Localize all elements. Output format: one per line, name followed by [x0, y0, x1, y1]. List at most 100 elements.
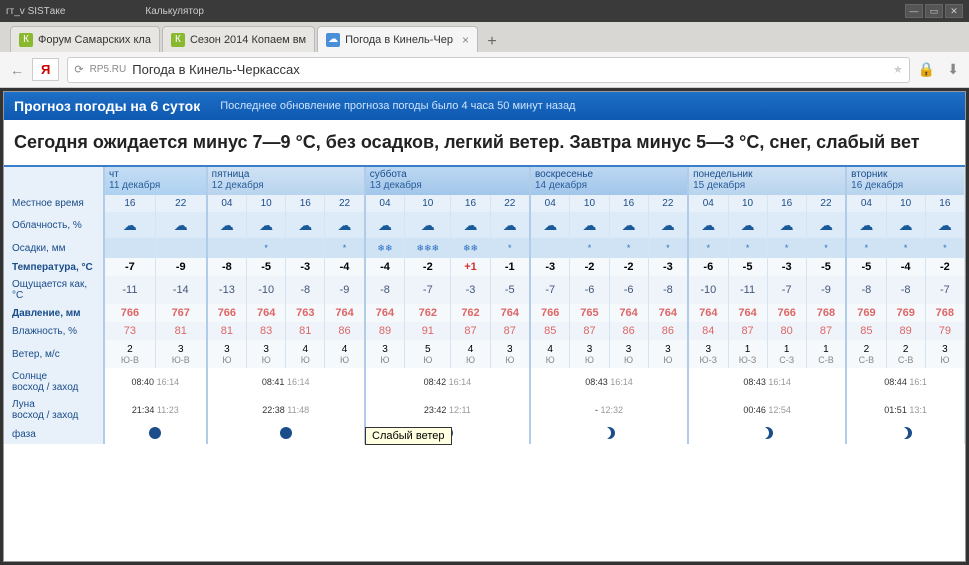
table-cell — [688, 424, 846, 444]
page-content: Прогноз погоды на 6 суток Последнее обно… — [3, 91, 966, 562]
table-feels-row: Ощущается как, °C -11-14-13-10-8-9-8-7-3… — [4, 276, 965, 304]
taskbar-item-2[interactable]: Калькулятор — [145, 6, 204, 17]
table-cell: 16 — [104, 195, 155, 212]
cloud-icon: ☁ — [220, 217, 234, 233]
table-cell: ☁ — [530, 212, 570, 238]
table-cell: -6 — [688, 258, 728, 276]
table-cell: 22:38 11:48 — [207, 396, 365, 424]
browser-tab[interactable]: КСезон 2014 Копаем вм — [162, 26, 315, 52]
table-cell: 04 — [207, 195, 247, 212]
table-cell: -1 — [490, 258, 530, 276]
maximize-button[interactable]: ▭ — [925, 4, 943, 18]
taskbar-item-1[interactable]: гт_v SISTаке — [6, 6, 65, 17]
table-cell: -8 — [846, 276, 886, 304]
table-cell: 22 — [325, 195, 365, 212]
table-cell: 10 — [405, 195, 451, 212]
cloud-icon: ☁ — [543, 217, 557, 233]
reload-icon[interactable]: ⟳ — [74, 63, 83, 76]
table-cell: 16 — [609, 195, 648, 212]
table-cell: ☁ — [247, 212, 286, 238]
cloud-icon: ☁ — [298, 217, 312, 233]
table-cell: -7 — [405, 276, 451, 304]
table-cell: -4 — [886, 258, 925, 276]
browser-tab[interactable]: ☁Погода в Кинель-Чер× — [317, 26, 478, 52]
table-cell: ☁ — [570, 212, 609, 238]
table-cell: -7 — [925, 276, 964, 304]
url-title: Погода в Кинель-Черкассах — [132, 62, 887, 77]
table-cell: ☁ — [451, 212, 490, 238]
tab-favicon: К — [171, 33, 185, 47]
table-cell: 764 — [490, 304, 530, 322]
moon-phase-icon — [149, 427, 161, 439]
table-cell: 04 — [846, 195, 886, 212]
table-cell: ☁ — [728, 212, 767, 238]
table-clouds-row: Облачность, % ☁☁☁☁☁☁☁☁☁☁☁☁☁☁☁☁☁☁☁☁☁ — [4, 212, 965, 238]
table-cell — [155, 238, 206, 258]
table-cell: ☁ — [846, 212, 886, 238]
table-cell: 768 — [925, 304, 964, 322]
cloud-icon: ☁ — [622, 217, 636, 233]
cloud-icon: ☁ — [899, 217, 913, 233]
table-cell: -7 — [767, 276, 806, 304]
minimize-button[interactable]: — — [905, 4, 923, 18]
yandex-button[interactable]: Я — [32, 58, 59, 81]
table-temp-row: Температура, °C -7-9-8-5-3-4-4-2+1-1-3-2… — [4, 258, 965, 276]
table-cell: -10 — [688, 276, 728, 304]
table-cell: 766 — [104, 304, 155, 322]
day-header: пятница12 декабря — [207, 167, 365, 195]
table-cell: 764 — [609, 304, 648, 322]
table-cell: 4Ю — [451, 340, 490, 368]
table-cell: 79 — [925, 322, 964, 340]
table-moon-row: Луна восход / заход 21:34 11:2322:38 11:… — [4, 396, 965, 424]
url-input[interactable]: ⟳ RP5.RU Погода в Кинель-Черкассах ★ — [67, 57, 909, 83]
table-cell: ❄❄ — [451, 238, 490, 258]
wind-tooltip: Слабый ветер — [365, 427, 452, 445]
back-button[interactable]: ← — [10, 62, 24, 78]
table-cell: 87 — [728, 322, 767, 340]
tab-title: Форум Самарских кла — [38, 34, 151, 46]
table-cell: 87 — [490, 322, 530, 340]
table-cell: 00:46 12:54 — [688, 396, 846, 424]
label-humid: Влажность, % — [4, 322, 104, 340]
day-header: вторник16 декабря — [846, 167, 964, 195]
table-cell: ☁ — [104, 212, 155, 238]
bookmark-icon[interactable]: ★ — [893, 63, 903, 76]
table-cell: * — [570, 238, 609, 258]
close-button[interactable]: ✕ — [945, 4, 963, 18]
table-cell: 04 — [688, 195, 728, 212]
table-cell: 2С-В — [846, 340, 886, 368]
table-cell: 85 — [530, 322, 570, 340]
table-cell: 3Ю-В — [155, 340, 206, 368]
table-cell: -5 — [806, 258, 846, 276]
table-cell: -9 — [155, 258, 206, 276]
table-cell: 3Ю — [609, 340, 648, 368]
table-cell: 766 — [767, 304, 806, 322]
download-icon[interactable]: ⬇ — [947, 61, 959, 78]
tab-close-icon[interactable]: × — [462, 33, 469, 47]
browser-tab[interactable]: КФорум Самарских кла — [10, 26, 160, 52]
table-cell: 766 — [530, 304, 570, 322]
table-cell: 89 — [365, 322, 405, 340]
extension-icon[interactable]: 🔒 — [918, 61, 935, 78]
table-cell: ☁ — [609, 212, 648, 238]
table-cell: ☁ — [806, 212, 846, 238]
day-header: воскресенье14 декабря — [530, 167, 688, 195]
table-cell: 766 — [207, 304, 247, 322]
new-tab-button[interactable]: + — [480, 32, 504, 52]
table-cell: 23:42 12:11 — [365, 396, 530, 424]
table-cell — [207, 238, 247, 258]
table-cell: 22 — [490, 195, 530, 212]
table-cell: 22 — [648, 195, 688, 212]
table-cell: 84 — [688, 322, 728, 340]
table-cell: 2С-В — [886, 340, 925, 368]
table-cell: 08:43 16:14 — [688, 368, 846, 396]
table-cell: 767 — [155, 304, 206, 322]
cloud-icon: ☁ — [938, 217, 952, 233]
table-cell: -8 — [886, 276, 925, 304]
table-cell: ☁ — [688, 212, 728, 238]
table-cell: +1 — [451, 258, 490, 276]
label-pressure: Давление, мм — [4, 304, 104, 322]
forecast-summary: Сегодня ожидается минус 7—9 °C, без осад… — [4, 120, 965, 167]
table-cell: 22 — [155, 195, 206, 212]
table-cell: -8 — [286, 276, 325, 304]
